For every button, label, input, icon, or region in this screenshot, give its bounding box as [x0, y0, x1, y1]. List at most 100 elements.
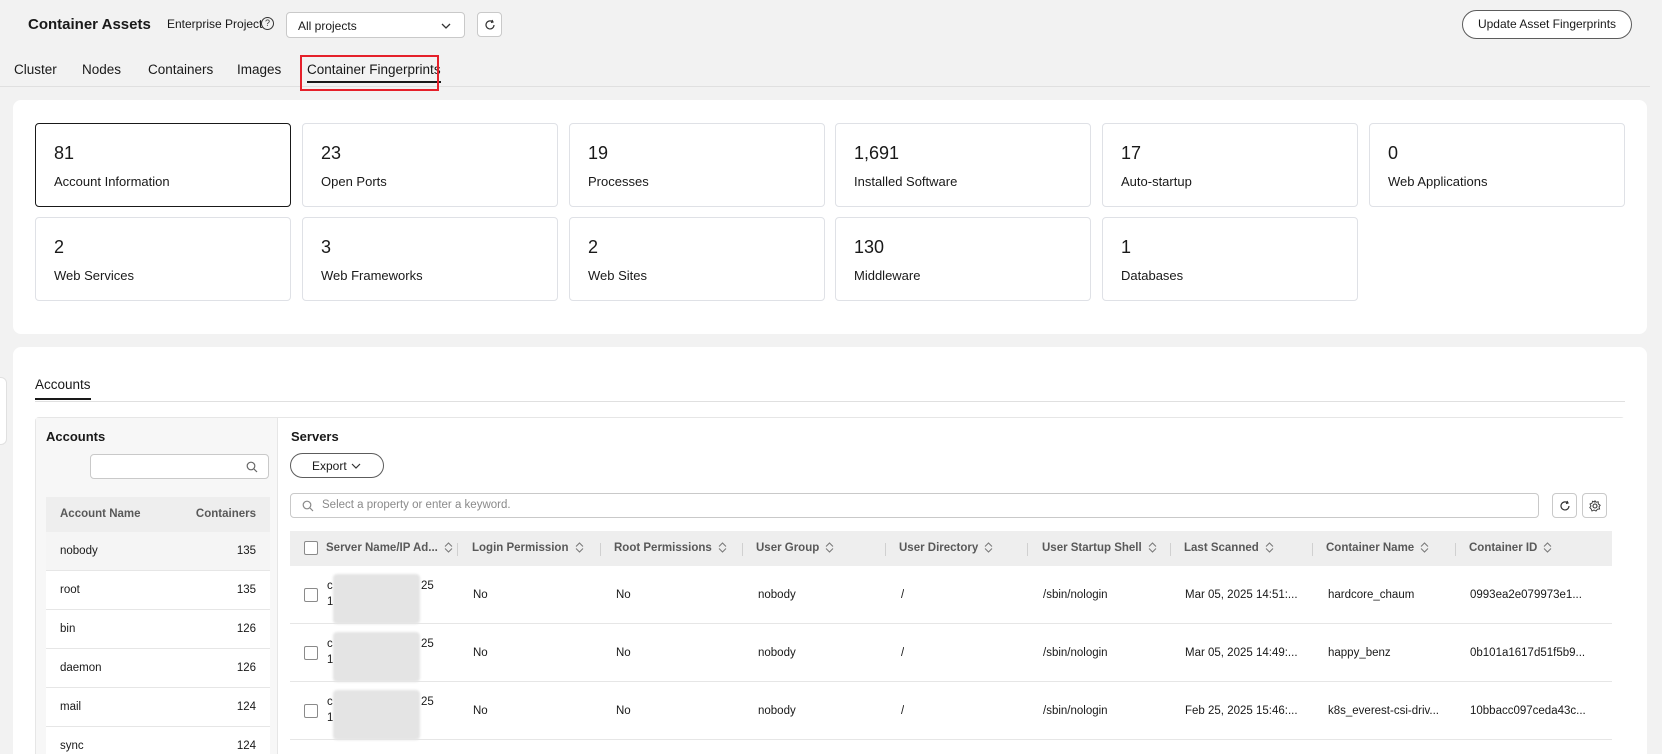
fingerprint-stats-panel: 81 Account Information 23 Open Ports 19 … — [13, 100, 1647, 334]
enterprise-project-select[interactable]: All projects — [286, 12, 465, 38]
column-separator — [1170, 543, 1171, 556]
tab-accounts[interactable]: Accounts — [35, 377, 91, 400]
user-directory: / — [901, 589, 905, 601]
sort-icon — [444, 542, 453, 553]
table-row[interactable]: c 25 1 No No nobody / /sbin/nologin Feb … — [290, 682, 1612, 740]
row-checkbox[interactable] — [304, 704, 318, 718]
accounts-list-panel: Accounts Account Name Containers nobody … — [36, 418, 278, 754]
account-name: mail — [60, 701, 82, 713]
account-name: bin — [60, 623, 76, 635]
account-containers: 126 — [236, 662, 256, 674]
server-name-tail: 25 — [421, 580, 434, 592]
container-name[interactable]: hardcore_chaum — [1328, 589, 1448, 601]
stat-card-processes[interactable]: 19 Processes — [569, 123, 825, 207]
account-containers: 135 — [236, 584, 256, 596]
account-row[interactable]: sync 124 — [46, 727, 270, 754]
server-name: c — [327, 696, 333, 708]
tab-accounts-label: Accounts — [35, 377, 91, 392]
table-row[interactable]: c 25 1 No No nobody / /sbin/nologin Mar … — [290, 566, 1612, 624]
stat-card-middleware[interactable]: 130 Middleware — [835, 217, 1091, 301]
server-name: c — [327, 638, 333, 650]
search-placeholder: Select a property or enter a keyword. — [322, 499, 511, 511]
sub-tabs: Accounts — [35, 347, 1625, 402]
account-containers: 126 — [236, 623, 256, 635]
stat-card-web-sites[interactable]: 2 Web Sites — [569, 217, 825, 301]
col-last-scanned-label: Last Scanned — [1184, 542, 1259, 554]
account-search-input[interactable] — [90, 454, 269, 479]
stat-card-web-frameworks[interactable]: 3 Web Frameworks — [302, 217, 558, 301]
page-title: Container Assets — [28, 16, 151, 33]
row-checkbox[interactable] — [304, 588, 318, 602]
table-row[interactable]: c 25 1 No No nobody / /sbin/nologin Mar … — [290, 624, 1612, 682]
stat-card-auto-startup[interactable]: 17 Auto-startup — [1102, 123, 1358, 207]
stat-value: 3 — [321, 237, 332, 257]
account-row[interactable]: bin 126 — [46, 610, 270, 649]
account-containers: 124 — [236, 740, 256, 752]
account-row[interactable]: nobody 135 — [46, 532, 270, 571]
column-settings-button[interactable] — [1582, 493, 1607, 518]
servers-panel: Servers Export Select a property or ente… — [279, 418, 1625, 754]
help-icon[interactable]: ? — [261, 17, 274, 30]
stat-card-account-information[interactable]: 81 Account Information — [35, 123, 291, 207]
collapse-handle[interactable] — [0, 377, 7, 445]
col-server-name[interactable]: Server Name/IP Ad... — [326, 542, 453, 554]
col-user-startup-shell-label: User Startup Shell — [1042, 542, 1142, 554]
tab-cluster[interactable]: Cluster — [14, 62, 57, 77]
col-login-permission[interactable]: Login Permission — [472, 542, 584, 554]
main-tabs: Cluster Nodes Containers Images Containe… — [0, 50, 1650, 91]
redaction-blur — [333, 690, 420, 740]
refresh-list-button[interactable] — [1552, 493, 1577, 518]
login-permission: No — [473, 705, 488, 717]
select-all-checkbox[interactable] — [304, 541, 318, 555]
active-tab-indicator — [35, 398, 91, 400]
account-row[interactable]: daemon 126 — [46, 649, 270, 688]
stat-card-installed-software[interactable]: 1,691 Installed Software — [835, 123, 1091, 207]
server-search-input[interactable]: Select a property or enter a keyword. — [290, 493, 1539, 518]
stat-value: 17 — [1121, 143, 1142, 163]
stat-value: 1 — [1121, 237, 1132, 257]
col-user-startup-shell[interactable]: User Startup Shell — [1042, 542, 1157, 554]
row-checkbox[interactable] — [304, 646, 318, 660]
refresh-button[interactable] — [477, 12, 502, 37]
col-user-group[interactable]: User Group — [756, 542, 834, 554]
stat-card-open-ports[interactable]: 23 Open Ports — [302, 123, 558, 207]
account-name: nobody — [60, 545, 98, 557]
stat-label: Installed Software — [854, 174, 958, 189]
stat-label: Web Sites — [588, 268, 648, 283]
col-root-permissions[interactable]: Root Permissions — [614, 542, 727, 554]
update-asset-fingerprints-button[interactable]: Update Asset Fingerprints — [1462, 10, 1632, 39]
accounts-list-title: Accounts — [46, 429, 106, 444]
user-startup-shell: /sbin/nologin — [1043, 647, 1108, 659]
user-directory: / — [901, 647, 905, 659]
user-startup-shell: /sbin/nologin — [1043, 705, 1108, 717]
account-containers: 135 — [236, 545, 256, 557]
stat-label: Databases — [1121, 268, 1184, 283]
enterprise-project-label: Enterprise Project — [167, 17, 263, 31]
col-container-id-label: Container ID — [1469, 542, 1538, 554]
col-container-name[interactable]: Container Name — [1326, 542, 1429, 554]
stat-card-databases[interactable]: 1 Databases — [1102, 217, 1358, 301]
tab-images[interactable]: Images — [237, 62, 281, 77]
tab-containers[interactable]: Containers — [148, 62, 213, 77]
export-button[interactable]: Export — [290, 453, 384, 478]
user-group: nobody — [758, 705, 796, 717]
tab-nodes[interactable]: Nodes — [82, 62, 121, 77]
user-group: nobody — [758, 647, 796, 659]
col-last-scanned[interactable]: Last Scanned — [1184, 542, 1274, 554]
account-row[interactable]: mail 124 — [46, 688, 270, 727]
col-user-directory-label: User Directory — [899, 542, 979, 554]
container-id: 10bbacc097ceda43c... — [1470, 705, 1586, 717]
container-name[interactable]: k8s_everest-csi-driv... — [1328, 705, 1448, 717]
stat-card-web-applications[interactable]: 0 Web Applications — [1369, 123, 1625, 207]
account-row[interactable]: root 135 — [46, 571, 270, 610]
sort-icon — [1420, 542, 1429, 553]
server-name-tail: 25 — [421, 696, 434, 708]
sort-icon — [1265, 542, 1274, 553]
stat-card-web-services[interactable]: 2 Web Services — [35, 217, 291, 301]
container-name[interactable]: happy_benz — [1328, 647, 1448, 659]
col-user-directory[interactable]: User Directory — [899, 542, 993, 554]
redaction-blur — [333, 574, 420, 624]
user-startup-shell: /sbin/nologin — [1043, 589, 1108, 601]
stat-label: Middleware — [854, 268, 921, 283]
col-container-id[interactable]: Container ID — [1469, 542, 1552, 554]
